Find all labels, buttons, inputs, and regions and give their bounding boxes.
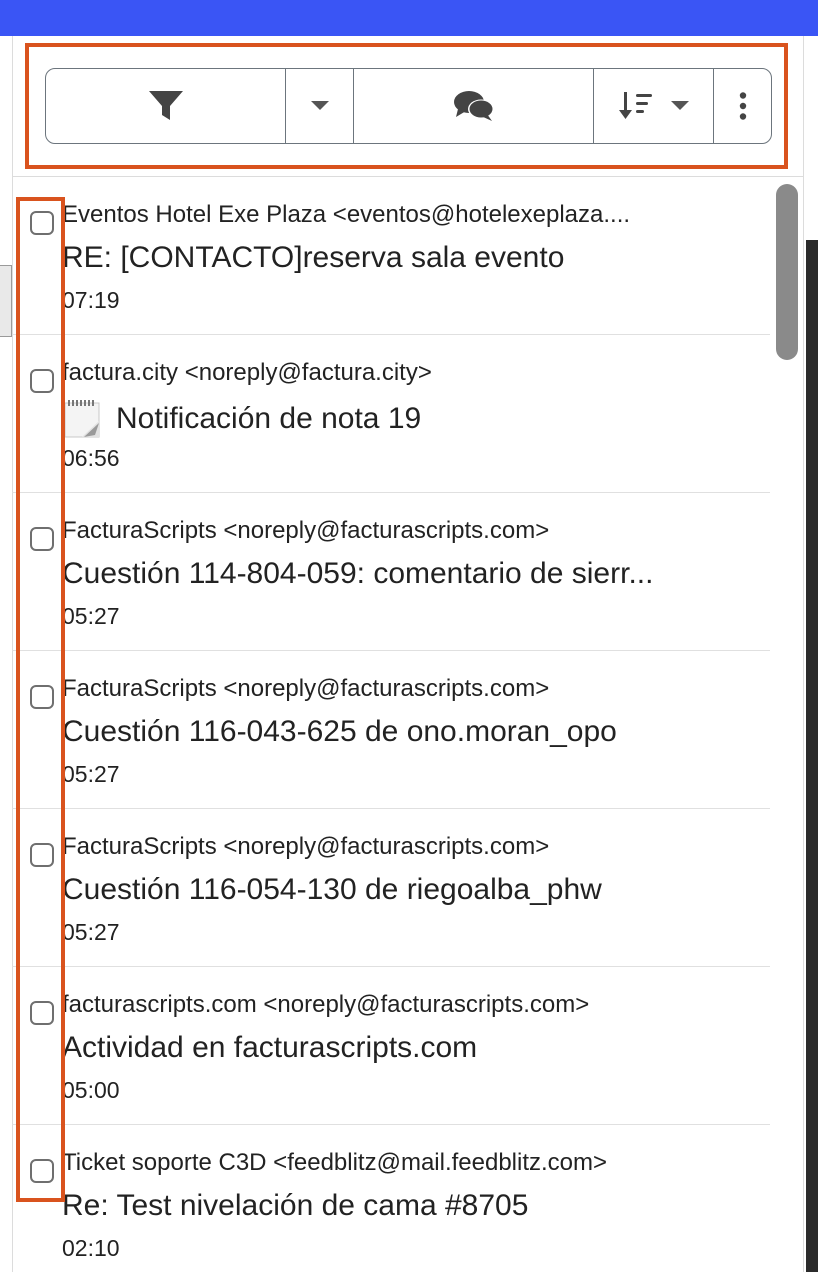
message-from: FacturaScripts <noreply@facturascripts.c… [62, 517, 550, 544]
filter-icon [148, 91, 183, 120]
message-time: 02:10 [62, 1235, 120, 1261]
checkbox-column-highlight-box [16, 197, 65, 1202]
message-time: 05:27 [62, 919, 120, 945]
sort-caret-down-icon [670, 101, 689, 110]
message-subject: Notificación de nota 19 [62, 399, 421, 439]
message-subject-text: RE: [CONTACTO]reserva sala evento [62, 241, 565, 274]
message-subject: RE: [CONTACTO]reserva sala evento [62, 241, 564, 275]
right-dark-panel [806, 240, 818, 1272]
message-subject-text: Cuestión 114-804-059: comentario de sier… [62, 557, 654, 590]
message-from: Ticket soporte C3D <feedblitz@mail.feedb… [62, 1149, 608, 1176]
ellipsis-vertical-icon [739, 92, 746, 120]
message-subject: Cuestión 114-804-059: comentario de sier… [62, 557, 653, 591]
message-row[interactable]: Eventos Hotel Exe Plaza <eventos@hotelex… [12, 177, 770, 335]
top-bar [0, 0, 818, 36]
message-from: facturascripts.com <noreply@facturascrip… [62, 991, 590, 1018]
message-row[interactable]: Ticket soporte C3D <feedblitz@mail.feedb… [12, 1125, 770, 1283]
message-subject: Re: Test nivelación de cama #8705 [62, 1189, 528, 1223]
caret-down-icon [310, 101, 329, 110]
left-panel-stub [0, 265, 12, 337]
message-row[interactable]: facturascripts.com <noreply@facturascrip… [12, 967, 770, 1125]
message-row[interactable]: FacturaScripts <noreply@facturascripts.c… [12, 651, 770, 809]
message-from: Eventos Hotel Exe Plaza <eventos@hotelex… [62, 201, 631, 228]
message-row[interactable]: factura.city <noreply@factura.city> Noti… [12, 335, 770, 493]
conversations-button[interactable] [354, 69, 594, 143]
message-subject-text: Notificación de nota 19 [116, 402, 422, 435]
message-time: 05:27 [62, 761, 120, 787]
message-subject-text: Cuestión 116-054-130 de riegoalba_phw [62, 873, 602, 906]
more-options-button[interactable] [714, 69, 771, 143]
toolbar-button-group [45, 68, 772, 144]
message-subject: Cuestión 116-043-625 de ono.moran_opo [62, 715, 617, 749]
filter-dropdown-button[interactable] [286, 69, 354, 143]
right-panel-border [803, 36, 804, 1272]
message-subject: Actividad en facturascripts.com [62, 1031, 477, 1065]
message-time: 07:19 [62, 287, 120, 313]
message-subject-text: Actividad en facturascripts.com [62, 1031, 478, 1064]
message-time: 05:27 [62, 603, 120, 629]
sort-button[interactable] [594, 69, 714, 143]
sort-amount-down-icon [618, 92, 652, 119]
message-from: factura.city <noreply@factura.city> [62, 359, 432, 386]
notepad-icon [64, 400, 100, 438]
message-time: 05:00 [62, 1077, 120, 1103]
message-list: Eventos Hotel Exe Plaza <eventos@hotelex… [12, 177, 770, 1283]
comments-icon [453, 91, 494, 121]
message-row[interactable]: FacturaScripts <noreply@facturascripts.c… [12, 809, 770, 967]
message-time: 06:56 [62, 445, 120, 471]
filter-button[interactable] [46, 69, 286, 143]
message-subject-text: Re: Test nivelación de cama #8705 [62, 1189, 529, 1222]
message-from: FacturaScripts <noreply@facturascripts.c… [62, 833, 550, 860]
message-subject: Cuestión 116-054-130 de riegoalba_phw [62, 873, 602, 907]
message-subject-text: Cuestión 116-043-625 de ono.moran_opo [62, 715, 617, 748]
message-from: FacturaScripts <noreply@facturascripts.c… [62, 675, 550, 702]
scrollbar-thumb[interactable] [776, 184, 798, 360]
message-row[interactable]: FacturaScripts <noreply@facturascripts.c… [12, 493, 770, 651]
